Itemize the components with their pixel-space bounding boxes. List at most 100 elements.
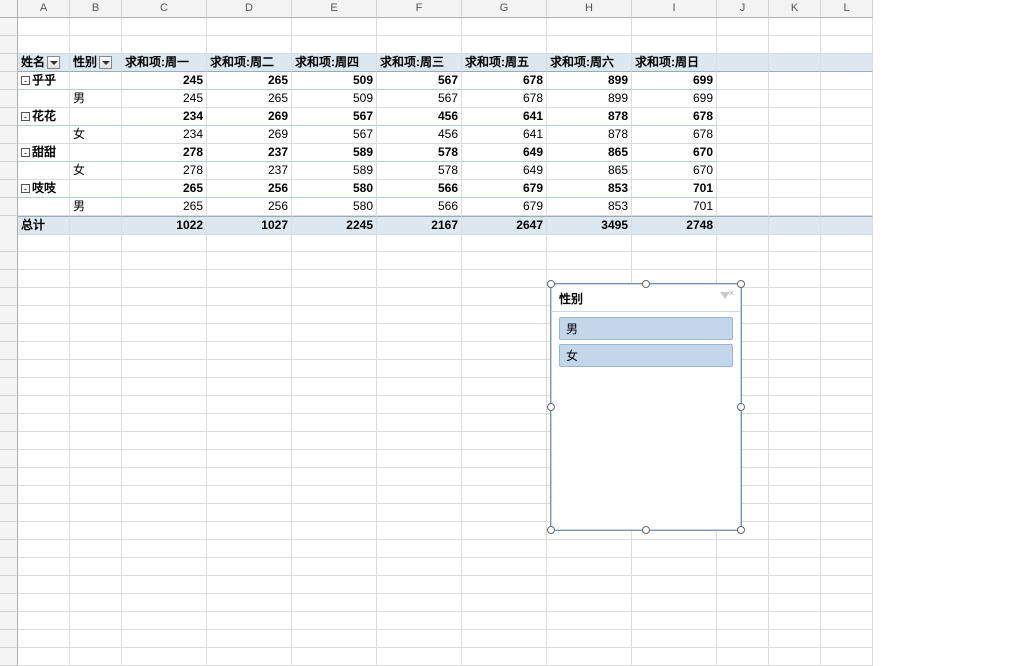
cell[interactable] xyxy=(462,612,547,630)
resize-handle[interactable] xyxy=(547,526,555,534)
cell[interactable]: 269 xyxy=(207,108,292,126)
cell[interactable] xyxy=(462,360,547,378)
row-header[interactable] xyxy=(0,594,18,612)
cell[interactable] xyxy=(207,414,292,432)
cell[interactable]: 701 xyxy=(632,198,717,216)
cell[interactable] xyxy=(462,396,547,414)
cell[interactable] xyxy=(462,504,547,522)
cell[interactable] xyxy=(18,252,70,270)
row-header[interactable] xyxy=(0,522,18,540)
cell[interactable] xyxy=(207,252,292,270)
cell[interactable]: 699 xyxy=(632,72,717,90)
cell[interactable] xyxy=(18,234,70,252)
row-header[interactable] xyxy=(0,360,18,378)
cell[interactable]: 580 xyxy=(292,180,377,198)
cell[interactable] xyxy=(769,324,821,342)
row-header[interactable] xyxy=(0,216,18,235)
cell[interactable] xyxy=(717,576,769,594)
value-header[interactable]: 求和项:周日 xyxy=(632,54,717,72)
cell[interactable] xyxy=(717,162,769,180)
row-header[interactable] xyxy=(0,414,18,432)
cell[interactable]: 1027 xyxy=(207,216,292,235)
cell[interactable]: 679 xyxy=(462,180,547,198)
cell[interactable]: 237 xyxy=(207,144,292,162)
cell[interactable] xyxy=(462,522,547,540)
cell[interactable] xyxy=(462,630,547,648)
cell[interactable] xyxy=(717,558,769,576)
cell[interactable] xyxy=(769,522,821,540)
cell[interactable] xyxy=(292,414,377,432)
cell[interactable] xyxy=(377,234,462,252)
cell[interactable] xyxy=(769,306,821,324)
cell[interactable] xyxy=(18,450,70,468)
clear-filter-icon[interactable] xyxy=(717,292,733,306)
cell[interactable] xyxy=(547,234,632,252)
cell[interactable] xyxy=(70,270,122,288)
cell[interactable]: 567 xyxy=(377,72,462,90)
cell[interactable]: 899 xyxy=(547,90,632,108)
cell[interactable]: 456 xyxy=(377,126,462,144)
cell[interactable] xyxy=(70,468,122,486)
cell[interactable] xyxy=(821,450,873,468)
row-header[interactable] xyxy=(0,18,18,36)
cell[interactable] xyxy=(632,576,717,594)
cell[interactable]: 670 xyxy=(632,162,717,180)
cell[interactable] xyxy=(769,234,821,252)
cell[interactable] xyxy=(122,486,207,504)
row-header[interactable] xyxy=(0,324,18,342)
resize-handle[interactable] xyxy=(547,280,555,288)
cell[interactable] xyxy=(462,324,547,342)
cell[interactable]: 878 xyxy=(547,108,632,126)
value-header[interactable]: 求和项:周四 xyxy=(292,54,377,72)
row-header[interactable] xyxy=(0,468,18,486)
gender-cell[interactable]: 男 xyxy=(70,90,122,108)
row-header[interactable] xyxy=(0,234,18,252)
cell[interactable] xyxy=(769,270,821,288)
resize-handle[interactable] xyxy=(737,526,745,534)
cell[interactable] xyxy=(462,486,547,504)
cell[interactable] xyxy=(769,378,821,396)
cell[interactable] xyxy=(769,576,821,594)
cell[interactable] xyxy=(292,18,377,36)
cell[interactable] xyxy=(821,234,873,252)
col-header[interactable]: C xyxy=(122,0,207,18)
cell[interactable] xyxy=(18,36,70,54)
cell[interactable] xyxy=(377,324,462,342)
cell[interactable]: 256 xyxy=(207,198,292,216)
value-header[interactable]: 求和项:周三 xyxy=(377,54,462,72)
cell[interactable] xyxy=(292,648,377,666)
cell[interactable] xyxy=(462,558,547,576)
row-header[interactable] xyxy=(0,342,18,360)
cell[interactable] xyxy=(207,450,292,468)
cell[interactable] xyxy=(717,90,769,108)
cell[interactable] xyxy=(462,378,547,396)
cell[interactable] xyxy=(122,594,207,612)
cell[interactable]: 865 xyxy=(547,144,632,162)
cell[interactable] xyxy=(18,414,70,432)
cell[interactable] xyxy=(717,18,769,36)
cell[interactable] xyxy=(821,486,873,504)
cell[interactable]: 899 xyxy=(547,72,632,90)
cell[interactable] xyxy=(717,630,769,648)
cell[interactable] xyxy=(18,90,70,108)
row-header[interactable] xyxy=(0,504,18,522)
cell[interactable] xyxy=(769,180,821,198)
cell[interactable] xyxy=(377,396,462,414)
cell[interactable] xyxy=(377,522,462,540)
cell[interactable] xyxy=(292,270,377,288)
value-header[interactable]: 求和项:周二 xyxy=(207,54,292,72)
cell[interactable] xyxy=(632,540,717,558)
cell[interactable] xyxy=(821,90,873,108)
cell[interactable]: 265 xyxy=(207,72,292,90)
resize-handle[interactable] xyxy=(642,280,650,288)
cell[interactable]: 678 xyxy=(462,72,547,90)
cell[interactable] xyxy=(769,108,821,126)
cell[interactable] xyxy=(462,36,547,54)
cell[interactable] xyxy=(70,342,122,360)
cell[interactable] xyxy=(207,630,292,648)
cell[interactable] xyxy=(632,558,717,576)
cell[interactable] xyxy=(18,324,70,342)
cell[interactable] xyxy=(717,234,769,252)
cell[interactable] xyxy=(207,306,292,324)
col-header[interactable]: I xyxy=(632,0,717,18)
